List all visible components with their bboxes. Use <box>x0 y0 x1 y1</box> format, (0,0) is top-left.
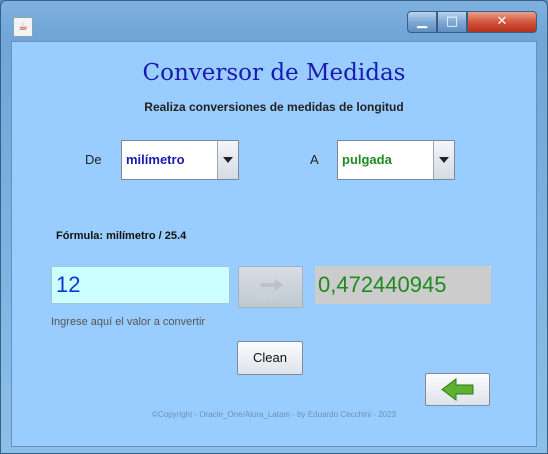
title-bar[interactable]: ☕ ▁ □ ✕ <box>1 1 547 41</box>
result-output: 0,472440945 <box>315 266 491 304</box>
from-unit-value: milímetro <box>126 152 185 167</box>
swap-button[interactable] <box>238 266 303 308</box>
minimize-button[interactable]: ▁ <box>407 11 437 33</box>
swap-arrows-icon <box>257 279 283 301</box>
value-input[interactable]: 12 <box>51 266 230 304</box>
converter-panel: Conversor de Medidas Realiza conversione… <box>11 41 537 447</box>
back-arrow-icon <box>441 378 474 401</box>
page-title: Conversor de Medidas <box>142 60 406 86</box>
close-button[interactable]: ✕ <box>467 11 537 33</box>
java-app-icon[interactable]: ☕ <box>13 17 33 37</box>
formula-label: Fórmula: milímetro / 25.4 <box>56 230 187 242</box>
chevron-down-icon[interactable] <box>433 141 454 179</box>
to-unit-select[interactable]: pulgada <box>337 140 455 180</box>
application-window: ☕ ▁ □ ✕ Conversor de Medidas Realiza con… <box>0 0 548 454</box>
chevron-down-icon[interactable] <box>217 141 238 179</box>
back-button[interactable] <box>425 373 490 406</box>
from-label: De <box>85 152 102 167</box>
from-unit-select[interactable]: milímetro <box>121 140 239 180</box>
maximize-button[interactable]: □ <box>437 11 467 33</box>
page-subtitle: Realiza conversiones de medidas de longi… <box>144 100 404 114</box>
clean-button[interactable]: Clean <box>237 341 303 375</box>
input-hint: Ingrese aquí el valor a convertir <box>51 316 206 328</box>
to-unit-value: pulgada <box>342 152 392 167</box>
to-label: A <box>310 152 319 167</box>
copyright-footer: ©Copyright - Oracle_One/Alura_Latam - by… <box>152 410 396 419</box>
